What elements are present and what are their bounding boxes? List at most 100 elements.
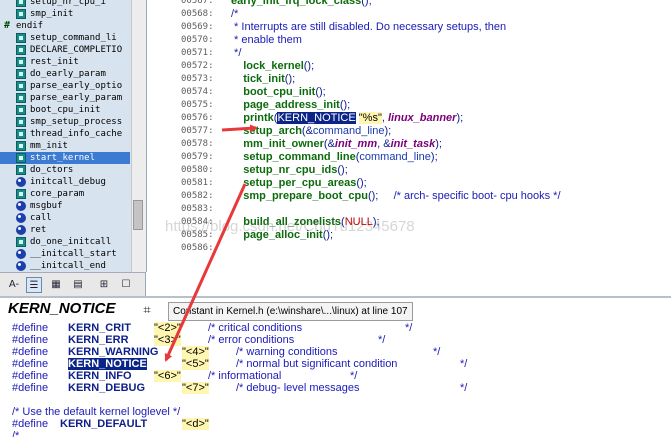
- function-icon: [16, 0, 26, 7]
- symbol-item-setup-command-li[interactable]: setup_command_li: [0, 32, 130, 44]
- list-view-icon[interactable]: ☰: [26, 277, 42, 293]
- code-token: mm_init_owner: [231, 138, 324, 150]
- code-token: */: [231, 47, 242, 59]
- symbol-item-msgbuf[interactable]: msgbuf: [0, 200, 130, 212]
- symbol-scrollbar-thumb[interactable]: [133, 200, 143, 230]
- code-line[interactable]: 00581: setup_per_cpu_areas();: [147, 177, 671, 190]
- code-token: (&: [301, 125, 313, 137]
- definition-token: KERN_INFO: [68, 370, 132, 382]
- code-token: command_line: [312, 125, 385, 137]
- symbol-item-label: setup_command_li: [30, 33, 117, 43]
- symbol-item-mm-init[interactable]: mm_init: [0, 140, 130, 152]
- code-token: linux_banner: [387, 112, 457, 124]
- book-icon[interactable]: ⊞: [96, 277, 112, 293]
- symbol-item-label: rest_init: [30, 57, 79, 67]
- definition-token: KERN_CRIT: [68, 322, 131, 334]
- definition-token: "<3>": [154, 334, 181, 346]
- code-token: ();: [356, 177, 367, 189]
- code-text: setup_arch(&command_line);: [231, 125, 391, 138]
- watermark: https://blog.csdn.net/ChuTu12345678: [165, 218, 415, 235]
- code-line[interactable]: 00574: boot_cpu_init();: [147, 86, 671, 99]
- definition-token: KERN_WARNING: [68, 346, 159, 358]
- symbol-item-boot-cpu-init[interactable]: boot_cpu_init: [0, 104, 130, 116]
- definition-token: #define: [12, 418, 49, 430]
- symbol-item-do-one-initcall[interactable]: do_one_initcall: [0, 236, 130, 248]
- symbol-item-rest-init[interactable]: rest_init: [0, 56, 130, 68]
- symbol-item-label: setup_nr_cpu_i: [30, 0, 106, 7]
- symbol-item-smp-setup-process[interactable]: smp_setup_process: [0, 116, 130, 128]
- symbol-scrollbar[interactable]: [131, 0, 146, 272]
- code-line[interactable]: 00569: * Interrupts are still disabled. …: [147, 21, 671, 34]
- symbol-item-declare-completio[interactable]: DECLARE_COMPLETIO: [0, 44, 130, 56]
- code-text: early_init_irq_lock_class();: [231, 0, 372, 8]
- line-number: 00567:: [181, 0, 214, 6]
- code-line[interactable]: 00571: */: [147, 47, 671, 60]
- browse-icon[interactable]: ▤: [70, 277, 86, 293]
- symbol-item-label: boot_cpu_init: [30, 105, 101, 115]
- code-token: setup_arch: [231, 125, 302, 137]
- symbol-item-do-early-param[interactable]: do_early_param: [0, 68, 130, 80]
- category-icon[interactable]: ▦: [48, 277, 64, 293]
- code-line[interactable]: 00579: setup_command_line(command_line);: [147, 151, 671, 164]
- function-icon: [16, 93, 26, 103]
- variable-icon: [16, 213, 26, 223]
- definition-token: "<2>": [154, 322, 181, 334]
- code-line[interactable]: 00580: setup_nr_cpu_ids();: [147, 164, 671, 177]
- code-line[interactable]: 00582: smp_prepare_boot_cpu(); /* arch- …: [147, 190, 671, 203]
- code-token: printk: [231, 112, 274, 124]
- variable-icon: [16, 261, 26, 271]
- code-line[interactable]: 00575: page_address_init();: [147, 99, 671, 112]
- code-text: * Interrupts are still disabled. Do nece…: [231, 21, 506, 34]
- code-line[interactable]: 00576: printk(KERN_NOTICE "%s", linux_ba…: [147, 112, 671, 125]
- code-token: /* arch- specific boot- cpu hooks */: [393, 190, 561, 202]
- code-text: setup_per_cpu_areas();: [231, 177, 367, 190]
- function-icon: [16, 189, 26, 199]
- window-icon[interactable]: ☐: [118, 277, 134, 293]
- definition-token: KERN_DEFAULT: [60, 418, 148, 430]
- function-icon: [16, 69, 26, 79]
- definition-token: /*: [12, 430, 20, 437]
- definition-token: "<5>": [182, 358, 209, 370]
- symbol-item-parse-early-optio[interactable]: parse_early_optio: [0, 80, 130, 92]
- symbol-item-endif[interactable]: # endif: [0, 20, 130, 32]
- symbol-item-core-param[interactable]: core_param: [0, 188, 130, 200]
- definition-token: KERN_ERR: [68, 334, 129, 346]
- definition-line: /* Use the default kernel loglevel */: [12, 406, 662, 418]
- code-line[interactable]: 00568: /*: [147, 8, 671, 21]
- function-icon: [16, 141, 26, 151]
- symbol-item-do-ctors[interactable]: do_ctors: [0, 164, 130, 176]
- symbol-item-call[interactable]: call: [0, 212, 130, 224]
- definition-token: #define: [12, 346, 49, 358]
- code-token: lock_kernel: [231, 60, 304, 72]
- symbol-item-smp-init[interactable]: smp_init: [0, 8, 130, 20]
- code-token: ();: [303, 60, 315, 72]
- function-icon: [16, 45, 26, 55]
- definition-token: */: [460, 358, 468, 370]
- code-token: setup_per_cpu_areas: [231, 177, 357, 189]
- code-line[interactable]: 00572: lock_kernel();: [147, 60, 671, 73]
- definition-token: #define: [12, 370, 49, 382]
- symbol-item-setup-nr-cpu-i[interactable]: setup_nr_cpu_i: [0, 0, 130, 8]
- symbol-item-thread-info-cache[interactable]: thread_info_cache: [0, 128, 130, 140]
- symbol-item-label: core_param: [30, 189, 85, 199]
- code-token: (&: [323, 138, 335, 150]
- code-line[interactable]: 00583:: [147, 203, 671, 216]
- sort-alpha-icon[interactable]: A-Z: [6, 277, 22, 306]
- symbol-item--initcall-start[interactable]: __initcall_start: [0, 248, 130, 260]
- code-token: ();: [361, 0, 372, 7]
- symbol-item-initcall-debug[interactable]: initcall_debug: [0, 176, 130, 188]
- symbol-item--initcall-end[interactable]: __initcall_end: [0, 260, 130, 272]
- function-icon: [16, 153, 26, 163]
- code-line[interactable]: 00567: early_init_irq_lock_class();: [147, 0, 671, 8]
- symbol-item-parse-early-param[interactable]: parse_early_param: [0, 92, 130, 104]
- code-line[interactable]: 00573: tick_init();: [147, 73, 671, 86]
- line-number: 00570:: [181, 35, 214, 45]
- code-line[interactable]: 00577: setup_arch(&command_line);: [147, 125, 671, 138]
- symbol-item-label: __initcall_start: [30, 249, 117, 259]
- symbol-item-start-kernel[interactable]: start_kernel: [0, 152, 130, 164]
- code-line[interactable]: 00586:: [147, 242, 671, 255]
- code-line[interactable]: 00570: * enable them: [147, 34, 671, 47]
- symbol-item-ret[interactable]: ret: [0, 224, 130, 236]
- line-number: 00580:: [181, 165, 214, 175]
- code-line[interactable]: 00578: mm_init_owner(&init_mm, &init_tas…: [147, 138, 671, 151]
